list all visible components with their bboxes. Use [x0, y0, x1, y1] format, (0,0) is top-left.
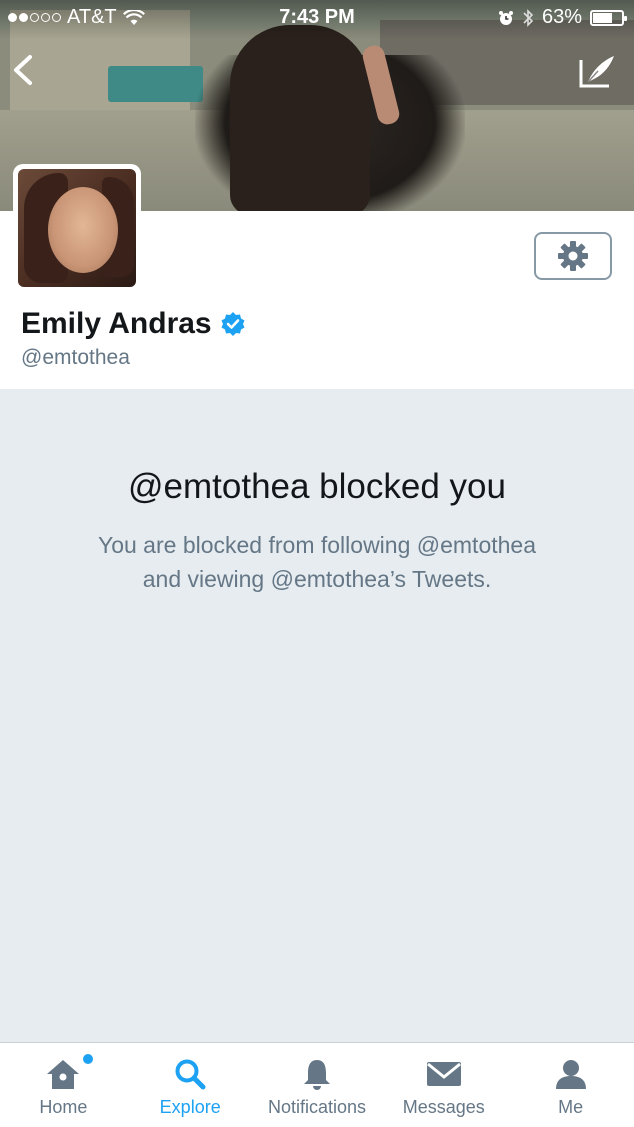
alarm-icon — [498, 10, 513, 25]
battery-percent: 63% — [541, 6, 582, 28]
blocked-message-line1: You are blocked from following @emtothea — [97, 532, 537, 558]
tab-me-label: Me — [558, 1097, 584, 1117]
status-bar: AT&T 7:43 PM 63% — [0, 0, 634, 36]
chevron-left-icon — [14, 55, 32, 85]
blocked-message-line2: and viewing @emtothea’s Tweets. — [142, 566, 492, 592]
blocked-message: You are blocked from following @emtothea… — [40, 528, 594, 596]
profile-name: Emily Andras — [21, 307, 212, 340]
home-icon — [47, 1060, 80, 1089]
tab-me[interactable]: Me — [507, 1043, 634, 1127]
blocked-title: @emtothea blocked you — [128, 467, 506, 506]
back-button[interactable] — [6, 50, 40, 90]
bluetooth-icon — [523, 8, 534, 27]
tab-home-label: Home — [39, 1097, 88, 1117]
tab-explore[interactable]: Explore — [127, 1043, 254, 1127]
tab-notifications[interactable]: Notifications — [254, 1043, 381, 1127]
tab-notifications-label: Notifications — [267, 1097, 367, 1117]
tab-bar: Home Explore Notifications Messages Me — [0, 1042, 634, 1127]
compose-tweet-icon — [579, 56, 614, 88]
tab-messages-label: Messages — [402, 1097, 485, 1117]
profile-name-row: Emily Andras — [21, 307, 246, 341]
compose-tweet-button[interactable] — [578, 52, 618, 90]
profile-handle: @emtothea — [21, 346, 130, 369]
person-icon — [555, 1060, 586, 1089]
avatar[interactable] — [13, 164, 141, 292]
bell-icon — [303, 1060, 330, 1090]
verified-badge-icon — [221, 312, 245, 336]
settings-button[interactable] — [534, 232, 612, 280]
home-notification-dot — [83, 1054, 93, 1064]
envelope-icon — [426, 1062, 461, 1086]
tab-explore-label: Explore — [159, 1097, 221, 1117]
tab-messages[interactable]: Messages — [380, 1043, 507, 1127]
search-icon — [175, 1059, 206, 1090]
battery-icon — [590, 9, 627, 26]
gear-icon — [558, 241, 588, 271]
tab-home[interactable]: Home — [0, 1043, 127, 1127]
